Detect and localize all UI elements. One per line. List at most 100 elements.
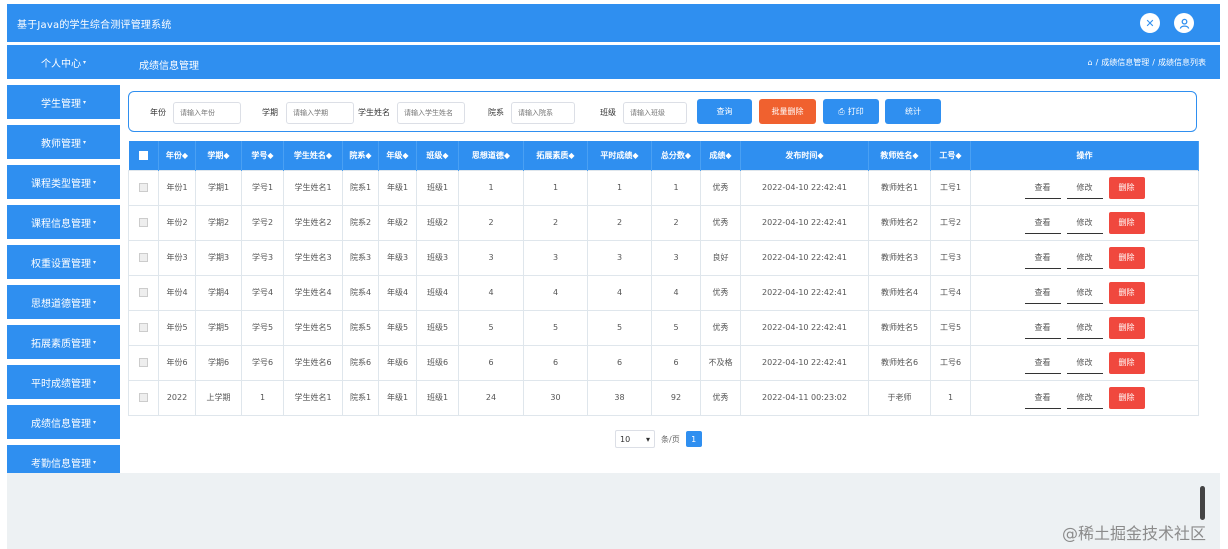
table-cell: 工号4 (930, 274, 971, 311)
table-cell: 教师姓名6 (868, 344, 931, 381)
batch-delete-button[interactable]: 批量删除 (759, 99, 816, 124)
row-checkbox[interactable] (128, 239, 159, 276)
view-button[interactable]: 查看 (1024, 317, 1061, 339)
table-row: 年份4 学期4 学号4 学生姓名4 院系4 年级4 班级4 4 4 4 4 优秀 2022-04-10 … (128, 274, 1199, 311)
sort-icon: ◆ (955, 150, 962, 160)
table-cell: 学生姓名6 (283, 344, 343, 381)
sidebar-item-extension[interactable]: 拓展素质管理 ▾ (7, 325, 120, 359)
column-header[interactable]: 教师姓名◆ (868, 141, 931, 170)
sidebar-item-weight-settings[interactable]: 权重设置管理 ▾ (7, 245, 120, 279)
column-header[interactable]: 学号◆ (241, 141, 284, 170)
view-button[interactable]: 查看 (1024, 177, 1061, 199)
home-icon[interactable]: ⌂ (1088, 58, 1093, 67)
page-size-select[interactable]: 10 ▾ (615, 430, 655, 448)
row-checkbox[interactable] (128, 204, 159, 241)
table-cell: 优秀 (700, 309, 741, 346)
sidebar-item-moral[interactable]: 思想道德管理 ▾ (7, 285, 120, 319)
table-cell: 班级4 (416, 274, 459, 311)
sort-icon: ◆ (402, 150, 409, 160)
row-checkbox[interactable] (128, 169, 159, 206)
view-button[interactable]: 查看 (1024, 282, 1061, 304)
user-icon[interactable] (1174, 13, 1194, 33)
table-cell: 2 (587, 204, 652, 241)
column-header[interactable]: 思想道德◆ (458, 141, 524, 170)
sidebar-item-course-info[interactable]: 课程信息管理 ▾ (7, 205, 120, 239)
edit-button[interactable]: 修改 (1066, 247, 1103, 269)
sort-icon: ◆ (684, 150, 692, 160)
page-number-current[interactable]: 1 (685, 431, 702, 447)
semester-input[interactable] (286, 102, 354, 124)
edit-button[interactable]: 修改 (1066, 352, 1103, 374)
breadcrumb-item[interactable]: 成绩信息管理 (1101, 57, 1149, 68)
edit-button[interactable]: 修改 (1066, 212, 1103, 234)
column-header[interactable]: 院系◆ (342, 141, 379, 170)
table-cell: 教师姓名3 (868, 239, 931, 276)
table-cell: 5 (587, 309, 652, 346)
column-header[interactable]: 学生姓名◆ (283, 141, 343, 170)
sidebar-item-usual-scores[interactable]: 平时成绩管理 ▾ (7, 365, 120, 399)
table-cell: 5 (651, 309, 701, 346)
delete-button[interactable]: 删除 (1108, 176, 1145, 199)
column-header[interactable]: 发布时间◆ (740, 141, 869, 170)
view-button[interactable]: 查看 (1024, 387, 1061, 409)
department-input[interactable] (511, 102, 575, 124)
table-cell: 2022-04-10 22:42:41 (740, 344, 869, 381)
table-cell: 4 (587, 274, 652, 311)
delete-button[interactable]: 删除 (1108, 386, 1145, 409)
stats-button[interactable]: 统计 (885, 99, 941, 124)
select-all-checkbox[interactable] (128, 141, 159, 170)
row-checkbox[interactable] (128, 344, 159, 381)
query-button[interactable]: 查询 (697, 99, 752, 124)
column-header[interactable]: 班级◆ (416, 141, 459, 170)
table-cell: 5 (523, 309, 588, 346)
table-cell: 3 (651, 239, 701, 276)
column-header[interactable]: 拓展素质◆ (523, 141, 588, 170)
row-checkbox[interactable] (128, 379, 159, 416)
app-title: 基于Java的学生综合测评管理系统 (17, 20, 172, 31)
delete-button[interactable]: 删除 (1108, 351, 1145, 374)
page-title: 成绩信息管理 (139, 61, 199, 72)
edit-button[interactable]: 修改 (1066, 387, 1103, 409)
row-checkbox[interactable] (128, 274, 159, 311)
column-header[interactable]: 平时成绩◆ (587, 141, 652, 170)
table-cell: 6 (523, 344, 588, 381)
column-header[interactable]: 学期◆ (195, 141, 242, 170)
row-checkbox[interactable] (128, 309, 159, 346)
row-actions: 查看 修改 删除 (970, 309, 1199, 346)
table-cell: 不及格 (700, 344, 741, 381)
view-button[interactable]: 查看 (1024, 212, 1061, 234)
column-header[interactable]: 成绩◆ (700, 141, 741, 170)
year-input[interactable] (173, 102, 241, 124)
sort-icon: ◆ (223, 150, 230, 160)
edit-button[interactable]: 修改 (1066, 282, 1103, 304)
table-cell: 班级6 (416, 344, 459, 381)
row-actions: 查看 修改 删除 (970, 379, 1199, 416)
sidebar-item-course-types[interactable]: 课程类型管理 ▾ (7, 165, 120, 199)
sidebar-item-teachers[interactable]: 教师管理 ▾ (7, 125, 120, 159)
view-button[interactable]: 查看 (1024, 352, 1061, 374)
class-label: 班级 (600, 108, 616, 117)
column-header[interactable]: 年份◆ (158, 141, 196, 170)
sidebar-item-students[interactable]: 学生管理 ▾ (7, 85, 120, 119)
view-button[interactable]: 查看 (1024, 247, 1061, 269)
table-cell: 1 (651, 169, 701, 206)
edit-button[interactable]: 修改 (1066, 317, 1103, 339)
edit-button[interactable]: 修改 (1066, 177, 1103, 199)
class-input[interactable] (623, 102, 687, 124)
student-name-input[interactable] (397, 102, 465, 124)
delete-button[interactable]: 删除 (1108, 246, 1145, 269)
column-header[interactable]: 总分数◆ (651, 141, 701, 170)
scrollbar-thumb[interactable] (1200, 486, 1205, 520)
column-header[interactable]: 年级◆ (378, 141, 417, 170)
sidebar-item-grades[interactable]: 成绩信息管理 ▾ (7, 405, 120, 439)
table-cell: 2 (523, 204, 588, 241)
print-button[interactable]: ⎙ 打印 (823, 99, 879, 124)
column-header[interactable]: 工号◆ (930, 141, 971, 170)
delete-button[interactable]: 删除 (1108, 316, 1145, 339)
delete-button[interactable]: 删除 (1108, 281, 1145, 304)
table-cell: 学生姓名5 (283, 309, 343, 346)
row-actions: 查看 修改 删除 (970, 204, 1199, 241)
close-icon[interactable]: ✕ (1140, 13, 1160, 33)
sidebar-item-personal-center[interactable]: 个人中心 ▾ (7, 45, 120, 79)
delete-button[interactable]: 删除 (1108, 211, 1145, 234)
